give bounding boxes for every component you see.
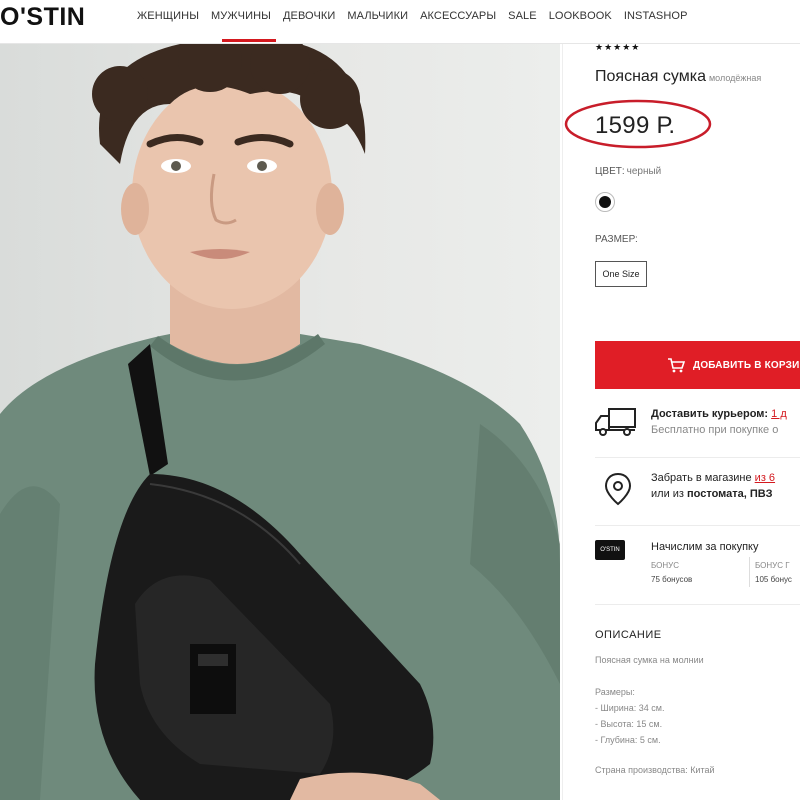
cart-icon <box>668 358 685 373</box>
description-line: - Высота: 15 см. <box>595 719 663 729</box>
description-line: - Глубина: 5 см. <box>595 735 661 745</box>
product-title: Поясная сумка молодёжная <box>595 68 761 86</box>
bonus-col1-value: 75 бонусов <box>651 575 693 584</box>
description-line: Поясная сумка на молнии <box>595 655 704 665</box>
divider <box>595 525 800 526</box>
active-nav-indicator <box>222 39 276 42</box>
pickup-subtitle: или из постомата, ПВЗ <box>651 488 773 500</box>
color-label-text: ЦВЕТ: <box>595 166 625 177</box>
divider <box>595 457 800 458</box>
add-to-cart-button[interactable]: ДОБАВИТЬ В КОРЗИНУ <box>595 341 800 389</box>
product-title-suffix: молодёжная <box>708 73 762 83</box>
truck-icon <box>595 408 636 436</box>
bonus-col2-label: БОНУС Г <box>755 561 790 570</box>
pickup-row: Забрать в магазине из 6 или из постомата… <box>595 472 800 512</box>
bonus-column-1: БОНУС 75 бонусов <box>651 559 692 587</box>
product-photo[interactable] <box>0 44 560 800</box>
nav-girls[interactable]: ДЕВОЧКИ <box>283 10 335 22</box>
nav-boys[interactable]: МАЛЬЧИКИ <box>347 10 408 22</box>
courier-date-link[interactable]: 1 д <box>771 408 787 420</box>
nav-women[interactable]: ЖЕНЩИНЫ <box>137 10 199 22</box>
bonus-title: Начислим за покупку <box>651 541 759 553</box>
pickup-title: Забрать в магазине из 6 <box>651 472 775 484</box>
color-swatch-black[interactable] <box>595 192 615 212</box>
description-line: - Ширина: 34 см. <box>595 703 665 713</box>
description-line: Страна производства: Китай <box>595 765 715 775</box>
courier-delivery-row: Доставить курьером: 1 д Бесплатно при по… <box>595 408 800 444</box>
nav-lookbook[interactable]: LOOKBOOK <box>549 10 612 22</box>
loyalty-card-icon: O'STIN <box>595 540 625 560</box>
bonus-col1-label: БОНУС <box>651 561 680 570</box>
pickup-subtitle-prefix: или из <box>651 488 684 500</box>
nav-accessories[interactable]: АКСЕССУАРЫ <box>420 10 496 22</box>
bonus-column-2: БОНУС Г 105 бонус <box>755 559 792 587</box>
ostin-logo[interactable]: O'STIN <box>0 2 85 32</box>
courier-title: Доставить курьером: 1 д <box>651 408 787 420</box>
color-label: ЦВЕТ: черный <box>595 166 661 177</box>
product-info-panel: ★★★★★ Поясная сумка молодёжная 1599 Р. ЦВ… <box>562 42 800 800</box>
main-nav: ЖЕНЩИНЫ МУЖЧИНЫ ДЕВОЧКИ МАЛЬЧИКИ АКСЕССУ… <box>137 10 700 22</box>
nav-men[interactable]: МУЖЧИНЫ <box>211 10 271 22</box>
bonus-col2-value: 105 бонус <box>755 575 792 584</box>
add-to-cart-label: ДОБАВИТЬ В КОРЗИНУ <box>693 359 800 371</box>
courier-title-text: Доставить курьером: <box>651 408 769 420</box>
location-pin-icon <box>604 472 632 506</box>
pickup-stores-link[interactable]: из 6 <box>755 472 775 484</box>
pickup-subtitle-bold: постомата, ПВЗ <box>687 488 773 500</box>
description-heading: ОПИСАНИЕ <box>595 629 662 641</box>
product-title-text: Поясная сумка <box>595 68 706 85</box>
logo-text: O'STIN <box>0 3 86 31</box>
site-header: O'STIN ЖЕНЩИНЫ МУЖЧИНЫ ДЕВОЧКИ МАЛЬЧИКИ … <box>0 0 800 44</box>
price-block: 1599 Р. <box>563 94 713 150</box>
courier-subtitle: Бесплатно при покупке о <box>651 424 779 436</box>
divider <box>595 604 800 605</box>
product-price: 1599 Р. <box>595 112 676 139</box>
pickup-title-text: Забрать в магазине <box>651 472 752 484</box>
nav-sale[interactable]: SALE <box>508 10 537 22</box>
description-line: Размеры: <box>595 687 635 697</box>
nav-instashop[interactable]: INSTASHOP <box>624 10 688 22</box>
size-option-button[interactable]: One Size <box>595 261 647 287</box>
color-value: черный <box>626 166 662 177</box>
bonus-separator <box>749 557 750 587</box>
size-label: РАЗМЕР: <box>595 234 638 245</box>
model-with-bag-illustration <box>0 44 560 800</box>
